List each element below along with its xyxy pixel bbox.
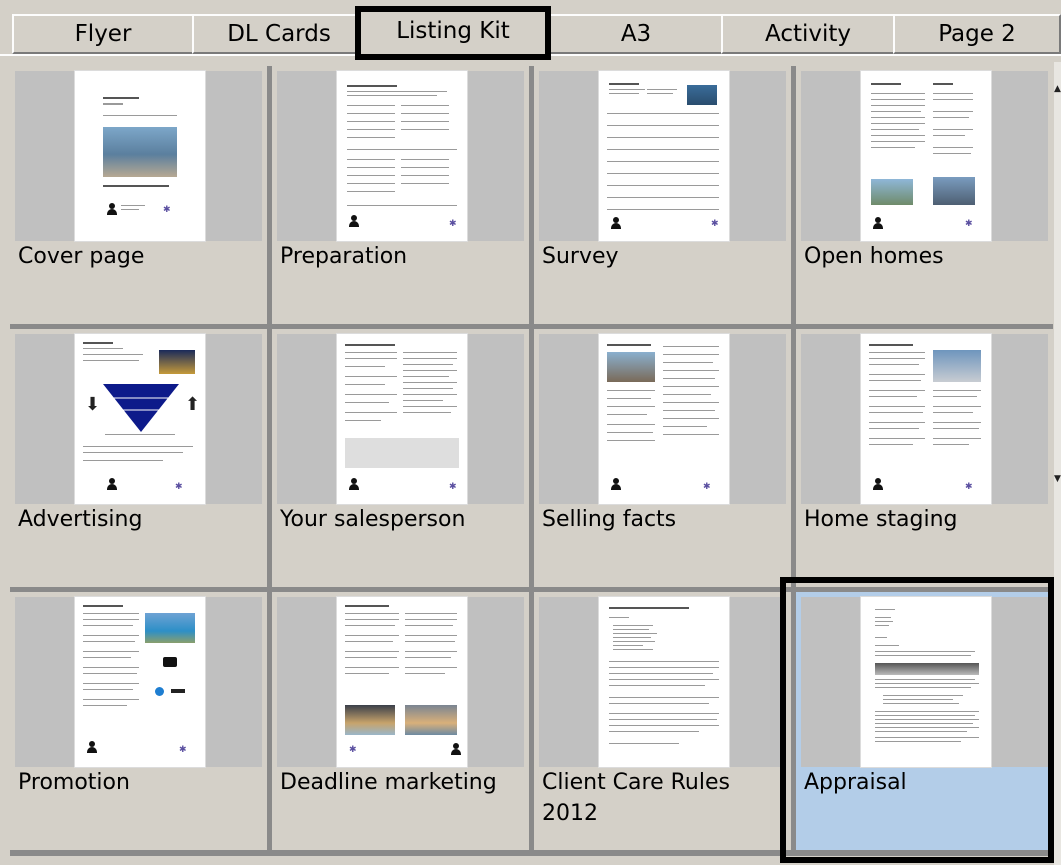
agent-photo-icon [451, 743, 461, 755]
vertical-scrollbar[interactable]: ▲ ▼ [1054, 62, 1061, 865]
car-icon [171, 689, 185, 693]
item-home-staging[interactable]: ✱ Home staging [796, 329, 1053, 587]
tab-activity[interactable]: Activity [721, 14, 895, 54]
header-band [875, 663, 979, 675]
page-thumbnail: ✱ [75, 597, 205, 767]
thumbnail-frame [539, 597, 786, 767]
agent-photo-icon [107, 478, 117, 490]
item-label: Home staging [804, 507, 958, 532]
page-thumbnail [861, 597, 991, 767]
item-selling-facts[interactable]: ✱ Selling facts [534, 329, 791, 587]
modern-house-image [933, 350, 981, 382]
item-cover-page[interactable]: ✱ Cover page [10, 66, 267, 324]
item-label: Promotion [18, 770, 130, 795]
globe-icon [155, 687, 164, 696]
thumbnail-frame: ✱ [801, 334, 1048, 504]
page-thumbnail: ✱ [861, 71, 991, 241]
item-deadline-marketing[interactable]: ✱ Deadline marketing [272, 592, 529, 850]
page-thumbnail: ✱ [75, 71, 205, 241]
logo-icon: ✱ [175, 482, 183, 492]
agent-photo-icon [873, 478, 883, 490]
logo-icon: ✱ [965, 482, 973, 492]
item-client-care-rules-2012[interactable]: Client Care Rules 2012 [534, 592, 791, 850]
agent-photo-icon [107, 203, 117, 215]
info-box [345, 438, 459, 468]
tab-listing-kit[interactable]: Listing Kit [355, 6, 551, 60]
logo-icon: ✱ [179, 745, 187, 755]
thumbnail-frame: ✱ [539, 71, 786, 241]
item-label: Deadline marketing [280, 770, 497, 795]
agent-photo-icon [349, 478, 359, 490]
item-label: Survey [542, 244, 619, 269]
item-label: Preparation [280, 244, 408, 269]
logo-icon: ✱ [449, 219, 457, 229]
item-your-salesperson[interactable]: ✱ Your salesperson [272, 329, 529, 587]
item-appraisal[interactable]: Appraisal [796, 592, 1053, 850]
item-label: Appraisal [804, 770, 907, 795]
item-advertising[interactable]: ⬇ ⬆ ✱ Advertising [10, 329, 267, 587]
pool-house-image [145, 613, 195, 643]
logo-icon: ✱ [965, 219, 973, 229]
page-thumbnail: ✱ [599, 334, 729, 504]
arrow-down-icon: ⬇ [85, 394, 101, 415]
item-survey[interactable]: ✱ Survey [534, 66, 791, 324]
camera-icon [163, 657, 177, 667]
page-thumbnail [599, 597, 729, 767]
house-photo-image [933, 177, 975, 205]
coast-photo-image [871, 179, 913, 205]
scroll-up-icon[interactable]: ▲ [1054, 84, 1061, 94]
thumbnail-frame: ✱ [15, 597, 262, 767]
thumbnail-frame: ✱ [801, 71, 1048, 241]
item-label: Client Care Rules 2012 [542, 770, 730, 826]
agent-photo-icon [87, 741, 97, 753]
bedroom-photo-image [103, 127, 177, 177]
thumbnail-frame: ✱ [277, 71, 524, 241]
tab-a3[interactable]: A3 [549, 14, 723, 54]
page-thumbnail: ✱ [861, 334, 991, 504]
house-photo-image [687, 85, 717, 105]
arrow-up-icon: ⬆ [185, 394, 201, 415]
page-thumbnail: ✱ [337, 334, 467, 504]
apartment-photo-image [607, 352, 655, 382]
thumbnail-frame [801, 597, 1048, 767]
interior-photo-image [345, 705, 395, 735]
night-house-image [159, 350, 195, 374]
tab-dl-cards[interactable]: DL Cards [192, 14, 366, 54]
page-thumbnail: ✱ [337, 71, 467, 241]
page-thumbnail: ⬇ ⬆ ✱ [75, 334, 205, 504]
agent-photo-icon [611, 217, 621, 229]
logo-icon: ✱ [349, 745, 357, 755]
thumbnail-frame: ⬇ ⬆ ✱ [15, 334, 262, 504]
tab-flyer[interactable]: Flyer [12, 14, 194, 54]
interior-photo-image [405, 705, 457, 735]
item-preparation[interactable]: ✱ Preparation [272, 66, 529, 324]
marketing-funnel-image [103, 384, 179, 432]
item-promotion[interactable]: ✱ Promotion [10, 592, 267, 850]
thumbnail-frame: ✱ [539, 334, 786, 504]
agent-photo-icon [873, 217, 883, 229]
logo-icon: ✱ [163, 205, 171, 215]
tab-page-2[interactable]: Page 2 [893, 14, 1061, 54]
page-thumbnail: ✱ [599, 71, 729, 241]
item-label: Cover page [18, 244, 145, 269]
logo-icon: ✱ [703, 482, 711, 492]
agent-photo-icon [611, 478, 621, 490]
item-label: Your salesperson [280, 507, 466, 532]
thumbnail-frame: ✱ [277, 334, 524, 504]
logo-icon: ✱ [449, 482, 457, 492]
page-thumbnail: ✱ [337, 597, 467, 767]
logo-icon: ✱ [711, 219, 719, 229]
item-label: Open homes [804, 244, 944, 269]
item-label: Advertising [18, 507, 143, 532]
thumbnail-frame: ✱ [277, 597, 524, 767]
item-open-homes[interactable]: ✱ Open homes [796, 66, 1053, 324]
scroll-down-icon[interactable]: ▼ [1054, 474, 1061, 484]
agent-photo-icon [349, 215, 359, 227]
thumbnail-frame: ✱ [15, 71, 262, 241]
tab-bar: Flyer DL Cards Listing Kit A3 Activity P… [0, 0, 1061, 62]
thumbnail-grid: ✱ Cover page ✱ Preparation ✱ Survey ✱ Op… [10, 66, 1053, 856]
item-label: Selling facts [542, 507, 677, 532]
